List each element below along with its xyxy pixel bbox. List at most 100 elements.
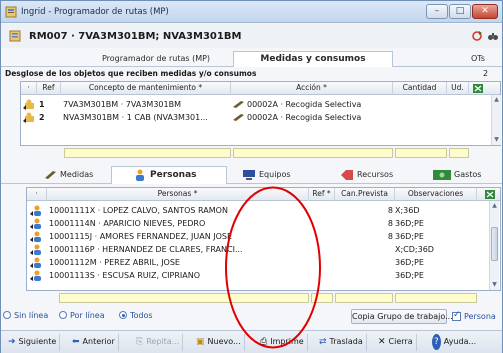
persona-checkbox[interactable]: [452, 310, 461, 321]
row-persona: 10001113S · ESCUSA RUIZ, CIPRIANO: [49, 271, 201, 280]
persons-scrollbar[interactable]: ▲ ▼: [489, 201, 499, 290]
tab-medidas[interactable]: Medidas: [45, 166, 93, 184]
row-persona: 10001114N · APARICIO NIEVES, PEDRO: [49, 219, 206, 228]
row-accion: 00002A · Recogida Selectiva: [247, 113, 362, 122]
col-header-prevista[interactable]: Can.Prevista: [335, 188, 395, 201]
radio-por-linea[interactable]: Por línea: [59, 310, 105, 322]
objects-grid: · Ref Concepto de mantenimiento * Acción…: [20, 81, 501, 146]
objects-grid-header: · Ref Concepto de mantenimiento * Acción…: [21, 82, 500, 95]
table-row[interactable]: 10001116P · HERNANDEZ DE CLARES, FRANCI.…: [27, 243, 500, 256]
persons-grid: · Personas * Ref * Can.Prevista Observac…: [26, 187, 501, 291]
persons-filter-strip-prevista[interactable]: [335, 293, 393, 303]
print-button[interactable]: ⎙ Imprime: [257, 334, 308, 351]
persons-filter-strip-ref[interactable]: [311, 293, 333, 303]
new-label: Nuevo...: [207, 337, 241, 346]
person-icon: [30, 218, 41, 229]
tab-medidas-consumos[interactable]: Medidas y consumos: [233, 51, 393, 67]
upper-filter-strip[interactable]: [64, 148, 231, 158]
persons-grid-header: · Personas * Ref * Can.Prevista Observac…: [27, 188, 500, 201]
help-button[interactable]: ? Ayuda...: [429, 334, 479, 351]
move-label: Traslada: [329, 337, 363, 346]
scroll-up-arrow[interactable]: ▲: [490, 201, 499, 211]
move-icon: ⇄: [319, 337, 327, 347]
col-header-concepto[interactable]: Concepto de mantenimiento *: [61, 82, 231, 95]
radio-todos-label: Todos: [130, 311, 153, 320]
tag-icon: [341, 169, 353, 180]
app-icon: [5, 6, 17, 18]
row-observaciones: 36D;PE: [395, 232, 424, 241]
row-prevista: [337, 256, 393, 269]
tab-equipos[interactable]: Equipos: [243, 166, 291, 184]
radio-por-linea-label: Por línea: [70, 311, 105, 320]
persons-filter-strip-obs[interactable]: [395, 293, 477, 303]
col-header-observaciones[interactable]: Observaciones: [395, 188, 477, 201]
tab-personas[interactable]: Personas: [111, 166, 227, 184]
table-row[interactable]: 2 NVA3M301BM · 1 CAB (NVA3M301... 00002A…: [21, 111, 500, 124]
previous-button[interactable]: ⬅ Anterior: [69, 334, 119, 351]
row-observaciones: 36D;PE: [395, 271, 424, 280]
radio-todos[interactable]: Todos: [119, 310, 153, 322]
row-persona: 10001111X · LOPEZ CALVO, SANTOS RAMON: [49, 206, 228, 215]
next-button[interactable]: ➜ Siguiente: [5, 334, 61, 351]
tab-recursos[interactable]: Recursos: [341, 166, 393, 184]
copy-workgroup-button[interactable]: Copia Grupo de trabajo...: [351, 309, 453, 324]
refresh-icon[interactable]: [471, 30, 483, 42]
upper-filter-strip-accion[interactable]: [233, 148, 393, 158]
row-prevista: 8: [387, 219, 393, 228]
excel-icon[interactable]: [485, 190, 495, 199]
persons-filter-strip[interactable]: [59, 293, 309, 303]
col-header-ref[interactable]: Ref *: [309, 188, 335, 201]
close-button[interactable]: ✕ Cierra: [375, 334, 417, 351]
row-prevista: 8: [387, 232, 393, 241]
upper-filter-strip-cantidad[interactable]: [395, 148, 447, 158]
top-tabs: Programador de rutas (MP) Medidas y cons…: [1, 51, 502, 67]
binoculars-icon[interactable]: [487, 30, 499, 42]
tab-gastos[interactable]: Gastos: [433, 166, 481, 184]
new-icon: ▣: [196, 337, 205, 347]
close-window-button[interactable]: ✕: [472, 4, 498, 19]
scroll-down-arrow[interactable]: ▼: [490, 280, 499, 290]
radio-sin-linea[interactable]: Sin línea: [3, 310, 48, 322]
table-row[interactable]: 10001114N · APARICIO NIEVES, PEDRO 8 36D;P…: [27, 217, 500, 230]
window-title: Ingrid - Programador de rutas (MP): [21, 7, 169, 17]
people-icon: [136, 169, 144, 181]
person-icon: [30, 231, 41, 242]
pencil-icon: [45, 170, 56, 179]
table-row[interactable]: 10001112M · PEREZ ABRIL, JOSE 36D;PE: [27, 256, 500, 269]
row-accion: 00002A · Recogida Selectiva: [247, 100, 362, 109]
new-button[interactable]: ▣ Nuevo...: [193, 334, 245, 351]
row-prevista: [337, 269, 393, 282]
table-row[interactable]: 10001111X · LOPEZ CALVO, SANTOS RAMON 8 X;…: [27, 204, 500, 217]
arrow-right-icon: ➜: [8, 337, 16, 347]
table-row[interactable]: 10001115J · AMORES FERNANDEZ, JUAN JOSE 8…: [27, 230, 500, 243]
table-row[interactable]: 1 7VA3M301BM · 7VA3M301BM 00002A · Recog…: [21, 98, 500, 111]
close-icon: ✕: [378, 337, 386, 347]
col-header-ud[interactable]: Ud.: [447, 82, 469, 95]
row-prevista: 8: [387, 206, 393, 215]
minimize-button[interactable]: –: [426, 4, 448, 19]
upper-filter-strip-ud[interactable]: [449, 148, 469, 158]
col-header-ref[interactable]: Ref: [37, 82, 61, 95]
tab-personas-label: Personas: [150, 170, 197, 180]
action-icon: [233, 114, 244, 121]
section-label: Desglose de los objetos que reciben medi…: [5, 69, 257, 78]
col-header-personas[interactable]: Personas *: [47, 188, 309, 201]
col-header-cantidad[interactable]: Cantidad: [393, 82, 447, 95]
excel-icon[interactable]: [473, 84, 483, 93]
tab-ots[interactable]: OTs: [461, 51, 495, 67]
move-button[interactable]: ⇄ Traslada: [316, 334, 367, 351]
next-label: Siguiente: [18, 337, 57, 346]
objects-scrollbar[interactable]: ▲ ▼: [491, 95, 501, 145]
scroll-thumb[interactable]: [491, 227, 498, 261]
repeat-button[interactable]: ⎘ Repita...: [133, 334, 184, 351]
person-folder-icon: [23, 112, 34, 123]
scroll-up-arrow[interactable]: ▲: [492, 95, 501, 105]
repeat-label: Repita...: [146, 337, 180, 346]
table-row[interactable]: 10001113S · ESCUSA RUIZ, CIPRIANO 36D;PE: [27, 269, 500, 282]
scroll-down-arrow[interactable]: ▼: [492, 135, 501, 145]
maximize-button[interactable]: □: [449, 4, 471, 19]
col-header-accion[interactable]: Acción *: [231, 82, 393, 95]
row-persona: 10001116P · HERNANDEZ DE CLARES, FRANCI.…: [49, 245, 243, 254]
tab-programador[interactable]: Programador de rutas (MP): [81, 51, 231, 67]
row-observaciones: 36D;PE: [395, 258, 424, 267]
